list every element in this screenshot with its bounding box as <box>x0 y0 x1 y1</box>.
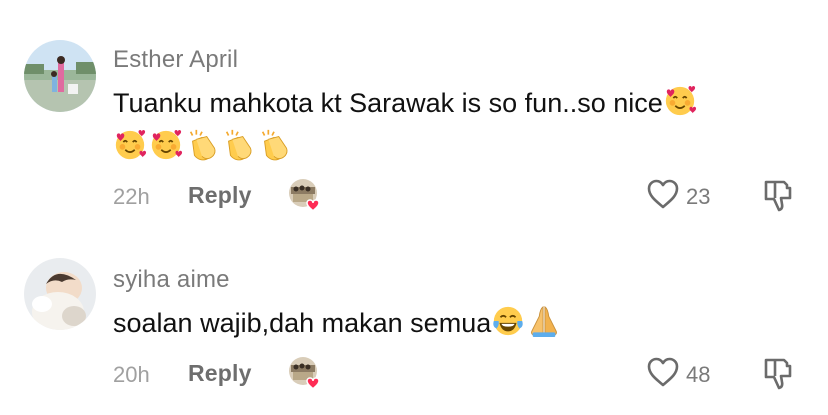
reply-button[interactable]: Reply <box>188 360 252 387</box>
comment-timestamp: 20h <box>113 362 150 387</box>
comment-text-line: soalan wajib,dah makan semua <box>113 308 492 338</box>
username[interactable]: syiha aime <box>113 266 230 294</box>
avatar[interactable] <box>24 258 96 330</box>
face-with-tears-of-joy-icon <box>491 304 525 338</box>
dislike-thumbs-down-icon[interactable] <box>762 356 794 390</box>
creator-liked-badge-icon <box>288 356 322 390</box>
comment-item: syiha aime soalan wajib,dah makan semua … <box>0 0 828 415</box>
like-heart-icon[interactable] <box>646 356 680 388</box>
like-count: 48 <box>686 362 711 387</box>
comment-text: soalan wajib,dah makan semua <box>113 302 563 344</box>
folded-hands-icon <box>527 304 561 338</box>
